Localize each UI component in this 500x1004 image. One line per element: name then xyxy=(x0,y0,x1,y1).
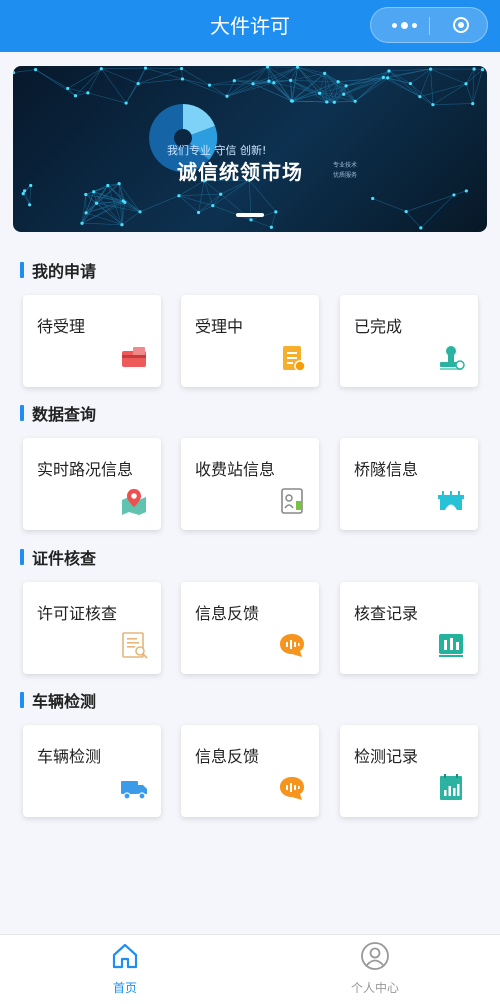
section-accent-bar xyxy=(20,405,24,421)
section-header: 我的申请 xyxy=(20,260,96,280)
carousel-indicator[interactable] xyxy=(236,213,264,217)
menu-card[interactable]: 核查记录 xyxy=(340,582,478,674)
section-title: 我的申请 xyxy=(32,258,96,282)
bridge-icon xyxy=(436,486,466,516)
truck-icon xyxy=(119,773,149,803)
certificate-search-icon xyxy=(119,630,149,660)
menu-card[interactable]: 检测记录 xyxy=(340,725,478,817)
banner-side-text: 优质服务 xyxy=(333,170,357,179)
menu-card-label: 桥隧信息 xyxy=(354,456,418,480)
stamp-icon xyxy=(436,343,466,373)
menu-card-label: 信息反馈 xyxy=(195,743,259,767)
banner-headline: 诚信统领市场 xyxy=(177,156,303,185)
tab-label: 个人中心 xyxy=(305,979,445,996)
menu-card[interactable]: 车辆检测 xyxy=(23,725,161,817)
capsule-divider xyxy=(429,17,430,35)
document-list-icon xyxy=(277,343,307,373)
payment-card-icon xyxy=(119,343,149,373)
section-title: 数据查询 xyxy=(32,401,96,425)
navigation-bar: 大件许可 xyxy=(0,0,500,52)
section-accent-bar xyxy=(20,692,24,708)
menu-card-label: 车辆检测 xyxy=(37,743,101,767)
banner-side-text: 专业技术 xyxy=(333,160,357,169)
menu-card[interactable]: 受理中 xyxy=(181,295,319,387)
dot-icon xyxy=(401,22,408,29)
home-icon xyxy=(110,941,140,971)
tab-label: 首页 xyxy=(55,979,195,996)
more-menu-button[interactable] xyxy=(381,8,427,42)
dot-icon xyxy=(412,23,417,28)
menu-card-label: 许可证核查 xyxy=(37,600,117,624)
tab-home[interactable]: 首页 xyxy=(55,935,195,1004)
section-header: 车辆检测 xyxy=(20,690,96,710)
section-header: 证件核查 xyxy=(20,547,96,567)
toll-station-icon xyxy=(277,486,307,516)
menu-card-label: 信息反馈 xyxy=(195,600,259,624)
banner-carousel[interactable]: 我们专业 守信 创新! 诚信统领市场 专业技术 优质服务 xyxy=(13,66,487,232)
menu-card-label: 核查记录 xyxy=(354,600,418,624)
menu-card[interactable]: 信息反馈 xyxy=(181,725,319,817)
section-title: 证件核查 xyxy=(32,545,96,569)
stats-calendar-icon xyxy=(436,773,466,803)
bar-chart-icon xyxy=(436,630,466,660)
menu-card[interactable]: 许可证核查 xyxy=(23,582,161,674)
mini-program-capsule xyxy=(370,7,488,43)
menu-card[interactable]: 已完成 xyxy=(340,295,478,387)
section-accent-bar xyxy=(20,262,24,278)
menu-card-label: 实时路况信息 xyxy=(37,456,133,480)
tab-profile[interactable]: 个人中心 xyxy=(305,935,445,1004)
chat-bubble-icon xyxy=(277,773,307,803)
menu-card[interactable]: 待受理 xyxy=(23,295,161,387)
menu-card[interactable]: 收费站信息 xyxy=(181,438,319,530)
user-icon xyxy=(360,941,390,971)
section-header: 数据查询 xyxy=(20,403,96,423)
close-mini-program-button[interactable] xyxy=(441,8,481,42)
menu-card-label: 已完成 xyxy=(354,313,402,337)
menu-card-label: 待受理 xyxy=(37,313,85,337)
dot-icon xyxy=(392,23,397,28)
target-circle-icon xyxy=(453,17,469,33)
map-pin-icon xyxy=(119,486,149,516)
menu-card[interactable]: 实时路况信息 xyxy=(23,438,161,530)
menu-card[interactable]: 桥隧信息 xyxy=(340,438,478,530)
section-accent-bar xyxy=(20,549,24,565)
menu-card-label: 受理中 xyxy=(195,313,243,337)
menu-card-label: 检测记录 xyxy=(354,743,418,767)
menu-card[interactable]: 信息反馈 xyxy=(181,582,319,674)
section-title: 车辆检测 xyxy=(32,688,96,712)
chat-bubble-icon xyxy=(277,630,307,660)
menu-card-label: 收费站信息 xyxy=(195,456,275,480)
tab-bar: 首页 个人中心 xyxy=(0,934,500,1004)
